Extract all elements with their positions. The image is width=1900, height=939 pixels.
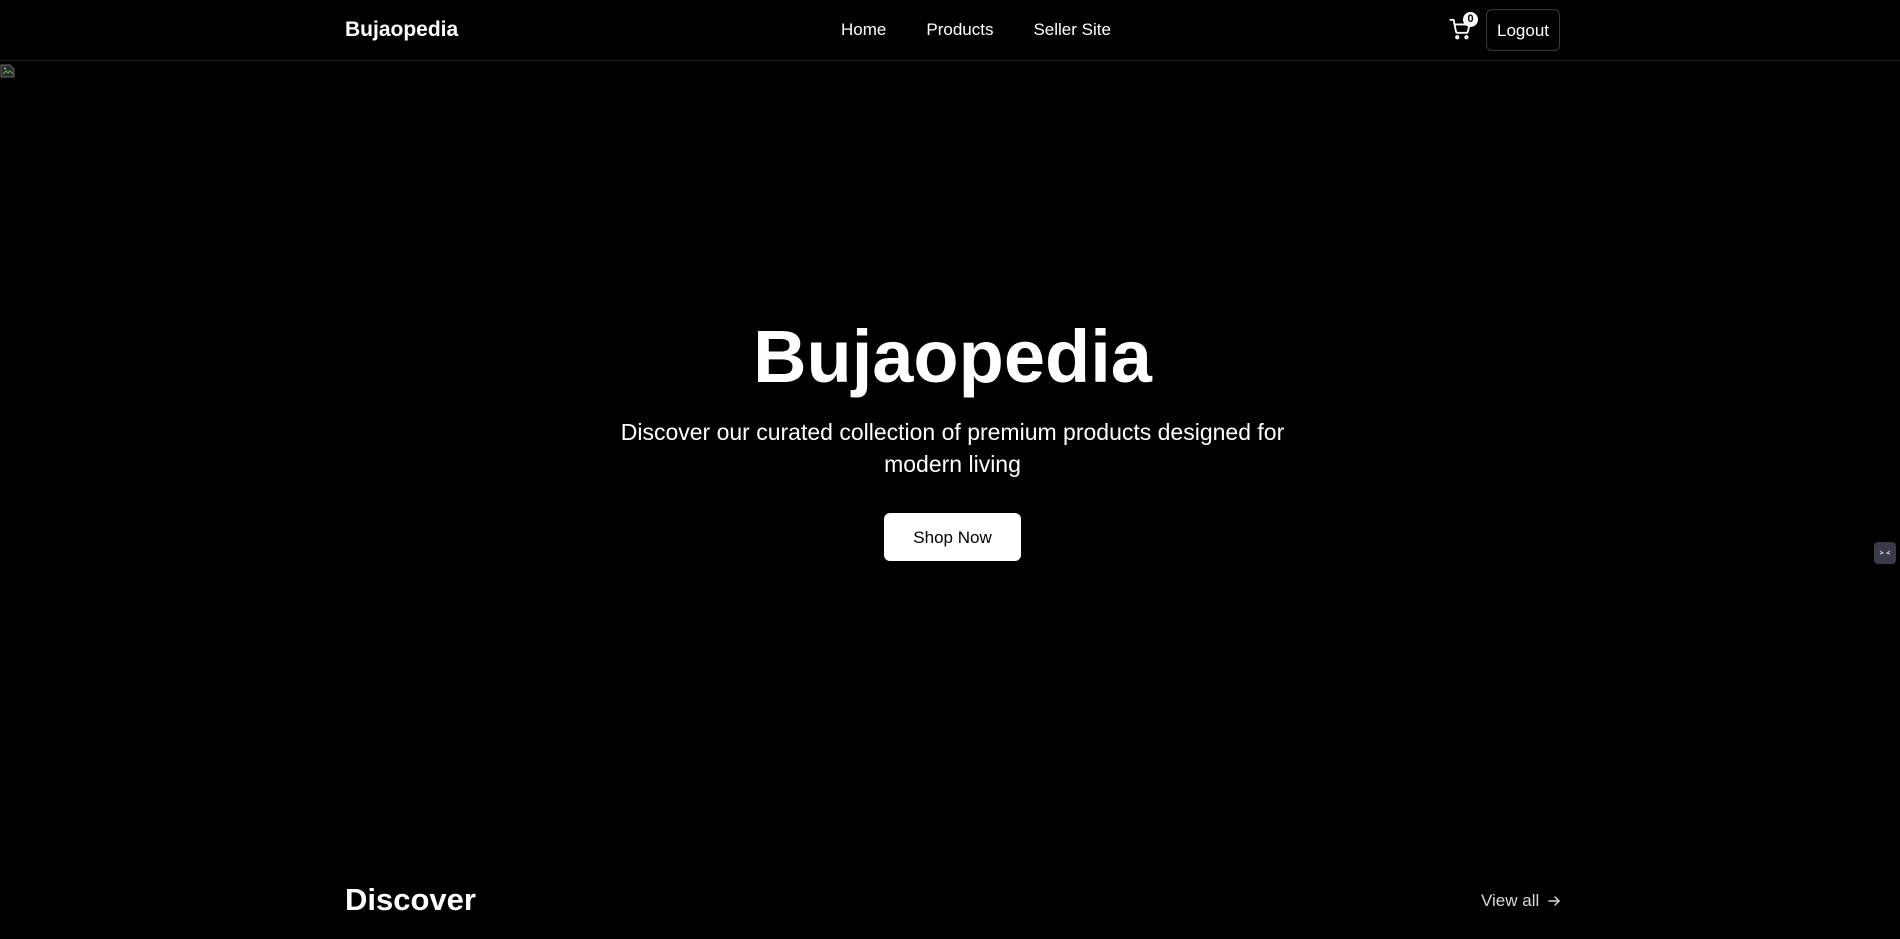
cart-count-badge: 0 (1463, 12, 1478, 27)
view-all-link[interactable]: View all (1481, 890, 1561, 912)
nav-link-products[interactable]: Products (926, 19, 993, 41)
hero-title: Bujaopedia (753, 315, 1152, 398)
nav-link-seller-site[interactable]: Seller Site (1033, 19, 1110, 41)
broken-image-icon (0, 64, 15, 78)
main-nav: Home Products Seller Site (841, 19, 1111, 41)
view-all-label: View all (1481, 891, 1540, 910)
cart-button[interactable]: 0 (1449, 12, 1478, 42)
discover-title: Discover (345, 882, 476, 917)
navbar: Bujaopedia Home Products Seller Site 0 L… (0, 0, 1900, 61)
logout-button[interactable]: Logout (1486, 9, 1560, 51)
arrow-right-icon (1548, 896, 1561, 906)
side-widget-icon[interactable] (1874, 542, 1896, 564)
chat-face-icon (1879, 550, 1891, 555)
shop-now-button[interactable]: Shop Now (884, 513, 1021, 561)
nav-link-home[interactable]: Home (841, 19, 886, 41)
hero-subtitle: Discover our curated collection of premi… (620, 419, 1285, 477)
brand-logo[interactable]: Bujaopedia (345, 17, 458, 43)
